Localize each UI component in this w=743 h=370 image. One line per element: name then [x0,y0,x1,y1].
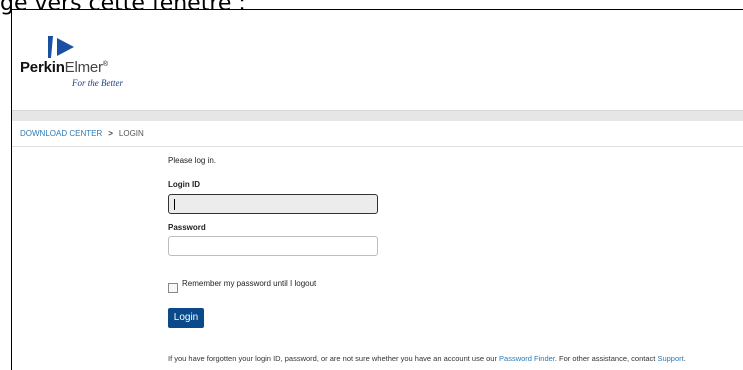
perkinelmer-logo[interactable]: PerkinElmer® For the Better [20,34,160,94]
remember-me-label[interactable]: Remember my password until I logout [182,279,316,288]
header-divider-bar [12,110,743,121]
breadcrumb-download-center-link[interactable]: DOWNLOAD CENTER [20,129,102,138]
breadcrumb-separator: > [108,129,113,138]
login-button[interactable]: Login [168,308,204,328]
login-intro-text: Please log in. [168,156,217,165]
password-finder-link[interactable]: Password Finder [499,354,555,363]
remember-me-checkbox[interactable] [168,283,178,293]
site-header: PerkinElmer® For the Better [12,10,743,110]
logo-wordmark: PerkinElmer® [20,59,108,76]
breadcrumb-current: LOGIN [118,129,144,138]
logo-chevron-icon [48,36,74,58]
password-input[interactable] [168,236,378,256]
password-label: Password [168,223,206,232]
support-link[interactable]: Support [657,354,683,363]
help-text: If you have forgotten your login ID, pas… [168,354,686,363]
login-id-input[interactable] [168,194,378,214]
breadcrumb: DOWNLOAD CENTER > LOGIN [12,121,743,147]
logo-tagline: For the Better [72,78,123,88]
text-cursor [174,199,175,210]
login-id-label: Login ID [168,180,200,189]
browser-window: PerkinElmer® For the Better DOWNLOAD CEN… [11,9,743,370]
